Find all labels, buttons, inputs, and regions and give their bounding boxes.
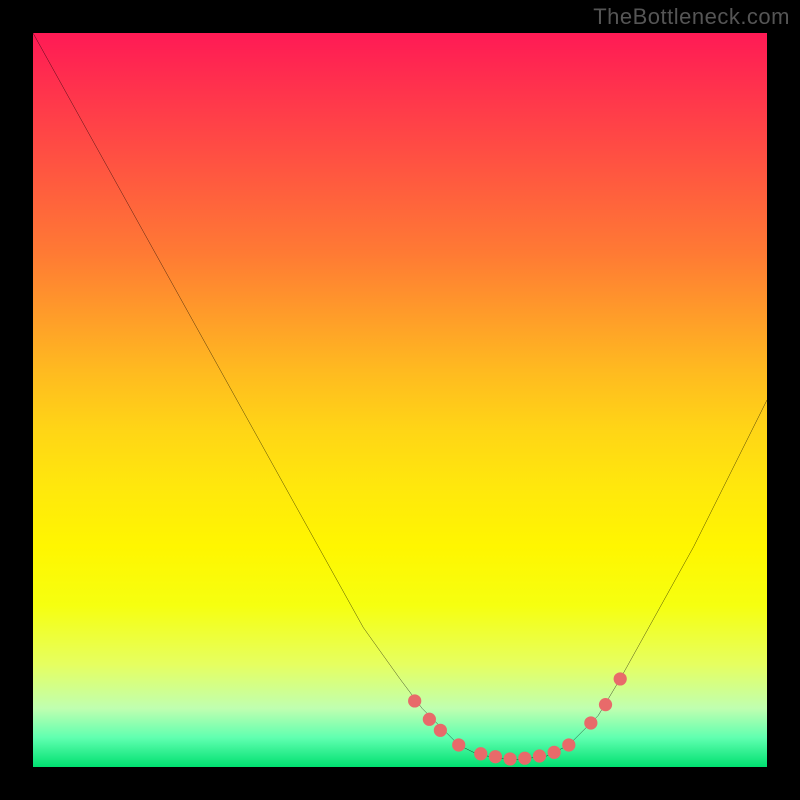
curve-dot xyxy=(408,694,421,707)
curve-dot xyxy=(518,752,531,765)
plot-area xyxy=(33,33,767,767)
curve-dot xyxy=(562,738,575,751)
curve-dot xyxy=(474,747,487,760)
curve-dot xyxy=(489,750,502,763)
watermark-text: TheBottleneck.com xyxy=(593,4,790,30)
curve-dot xyxy=(614,672,627,685)
curve-markers xyxy=(408,672,627,765)
chart-frame: TheBottleneck.com xyxy=(0,0,800,800)
curve-dot xyxy=(452,738,465,751)
bottleneck-curve xyxy=(33,33,767,760)
curve-dot xyxy=(533,749,546,762)
curve-dot xyxy=(503,752,516,765)
curve-dot xyxy=(548,746,561,759)
curve-dot xyxy=(584,716,597,729)
curve-dot xyxy=(423,713,436,726)
curve-dot xyxy=(434,724,447,737)
curve-dot xyxy=(599,698,612,711)
curve-svg xyxy=(33,33,767,767)
